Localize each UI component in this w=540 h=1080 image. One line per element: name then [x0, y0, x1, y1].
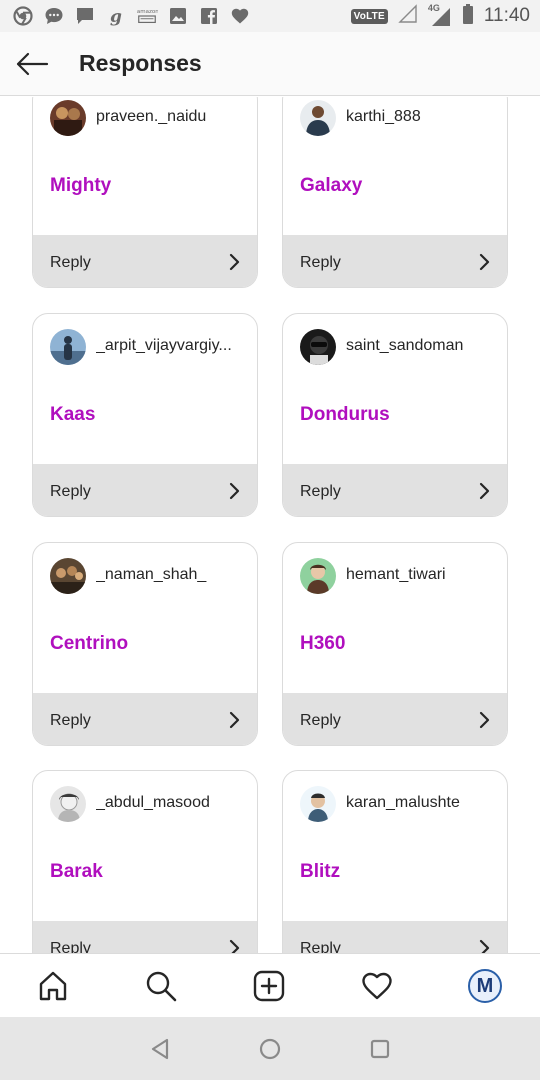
volte-badge: VoLTE: [350, 8, 388, 24]
nav-home-button[interactable]: [33, 966, 73, 1006]
avatar[interactable]: [300, 558, 336, 594]
add-post-icon: [253, 970, 285, 1002]
response-card[interactable]: _abdul_masood Barak Reply: [32, 770, 258, 953]
response-card[interactable]: karthi_888 Galaxy Reply: [282, 97, 508, 288]
username[interactable]: hemant_tiwari: [346, 566, 496, 584]
bottom-nav: M: [0, 953, 540, 1017]
reply-label: Reply: [300, 483, 341, 500]
response-card[interactable]: praveen._naidu Mighty Reply: [32, 97, 258, 288]
reply-label: Reply: [50, 940, 91, 953]
chevron-right-icon: [479, 939, 490, 953]
profile-avatar: M: [468, 969, 502, 1003]
reply-label: Reply: [50, 483, 91, 500]
avatar[interactable]: [50, 558, 86, 594]
system-nav-bar: [0, 1017, 540, 1080]
reply-button[interactable]: Reply: [33, 464, 257, 516]
reply-label: Reply: [300, 254, 341, 271]
home-icon: [39, 971, 67, 1001]
response-text: Dondurus: [300, 404, 390, 425]
system-recents-button[interactable]: [366, 1035, 394, 1063]
notification-icons: g amazon: [12, 4, 251, 28]
avatar[interactable]: [50, 329, 86, 365]
response-text: H360: [300, 633, 346, 654]
back-button[interactable]: [10, 44, 54, 84]
back-triangle-icon: [151, 1038, 169, 1060]
response-card[interactable]: saint_sandoman Dondurus Reply: [282, 313, 508, 517]
username[interactable]: _abdul_masood: [96, 794, 246, 812]
reply-button[interactable]: Reply: [283, 235, 507, 287]
signal-icon: [398, 3, 418, 29]
battery-icon: [462, 3, 474, 30]
nav-add-post-button[interactable]: [249, 966, 289, 1006]
home-circle-icon: [259, 1038, 281, 1060]
reply-button[interactable]: Reply: [283, 921, 507, 953]
responses-list[interactable]: praveen._naidu Mighty Reply karthi_888 G…: [0, 97, 540, 953]
avatar[interactable]: [300, 100, 336, 136]
g-icon: g: [105, 5, 127, 27]
facebook-icon: [198, 5, 220, 27]
reply-button[interactable]: Reply: [283, 693, 507, 745]
system-home-button[interactable]: [256, 1035, 284, 1063]
chevron-right-icon: [229, 711, 240, 729]
chevron-right-icon: [479, 711, 490, 729]
reply-label: Reply: [300, 712, 341, 729]
response-card[interactable]: karan_malushte Blitz Reply: [282, 770, 508, 953]
svg-text:g: g: [110, 7, 122, 26]
reply-label: Reply: [50, 712, 91, 729]
page-title: Responses: [79, 50, 202, 76]
app-header: Responses: [0, 32, 540, 96]
response-text: Blitz: [300, 861, 341, 882]
username[interactable]: _arpit_vijayvargiy...: [96, 337, 246, 355]
system-back-button[interactable]: [146, 1035, 174, 1063]
username[interactable]: praveen._naidu: [96, 108, 246, 126]
response-card[interactable]: _naman_shah_ Centrino Reply: [32, 542, 258, 746]
reply-button[interactable]: Reply: [33, 693, 257, 745]
nav-activity-button[interactable]: [357, 966, 397, 1006]
reply-button[interactable]: Reply: [33, 235, 257, 287]
back-arrow-icon: [16, 52, 49, 76]
response-text: Centrino: [50, 633, 129, 654]
nav-search-button[interactable]: [141, 966, 181, 1006]
search-icon: [146, 971, 177, 1002]
activity-heart-icon: [362, 972, 392, 1000]
reply-label: Reply: [300, 940, 341, 953]
username[interactable]: karan_malushte: [346, 794, 496, 812]
avatar[interactable]: [50, 100, 86, 136]
svg-text:amazon: amazon: [137, 9, 158, 15]
message-icon: [74, 5, 96, 27]
chevron-right-icon: [479, 482, 490, 500]
chevron-right-icon: [229, 253, 240, 271]
reply-button[interactable]: Reply: [283, 464, 507, 516]
nav-profile-button[interactable]: M: [465, 966, 505, 1006]
avatar[interactable]: [50, 786, 86, 822]
clock: 11:40: [483, 5, 530, 26]
chat-icon: [43, 5, 65, 27]
system-status: VoLTE 4G 11:40: [350, 3, 530, 30]
response-text: Kaas: [50, 404, 96, 425]
recents-square-icon: [370, 1039, 390, 1059]
heart-icon: [229, 5, 251, 27]
response-text: Mighty: [50, 175, 112, 196]
signal-4g-icon: 4G: [428, 3, 452, 27]
response-card[interactable]: hemant_tiwari H360 Reply: [282, 542, 508, 746]
response-card[interactable]: _arpit_vijayvargiy... Kaas Reply: [32, 313, 258, 517]
username[interactable]: saint_sandoman: [346, 337, 496, 355]
chrome-icon: [12, 5, 34, 27]
response-text: Barak: [50, 861, 103, 882]
profile-letter: M: [476, 974, 494, 997]
username[interactable]: _naman_shah_: [96, 566, 246, 584]
chevron-right-icon: [479, 253, 490, 271]
chevron-right-icon: [229, 482, 240, 500]
chevron-right-icon: [229, 939, 240, 953]
reply-button[interactable]: Reply: [33, 921, 257, 953]
amazon-icon: amazon: [136, 5, 158, 27]
gallery-icon: [167, 5, 189, 27]
status-bar: g amazon VoLTE 4G 11:40: [0, 0, 540, 32]
avatar[interactable]: [300, 786, 336, 822]
reply-label: Reply: [50, 254, 91, 271]
avatar[interactable]: [300, 329, 336, 365]
response-text: Galaxy: [300, 175, 363, 196]
username[interactable]: karthi_888: [346, 108, 496, 126]
